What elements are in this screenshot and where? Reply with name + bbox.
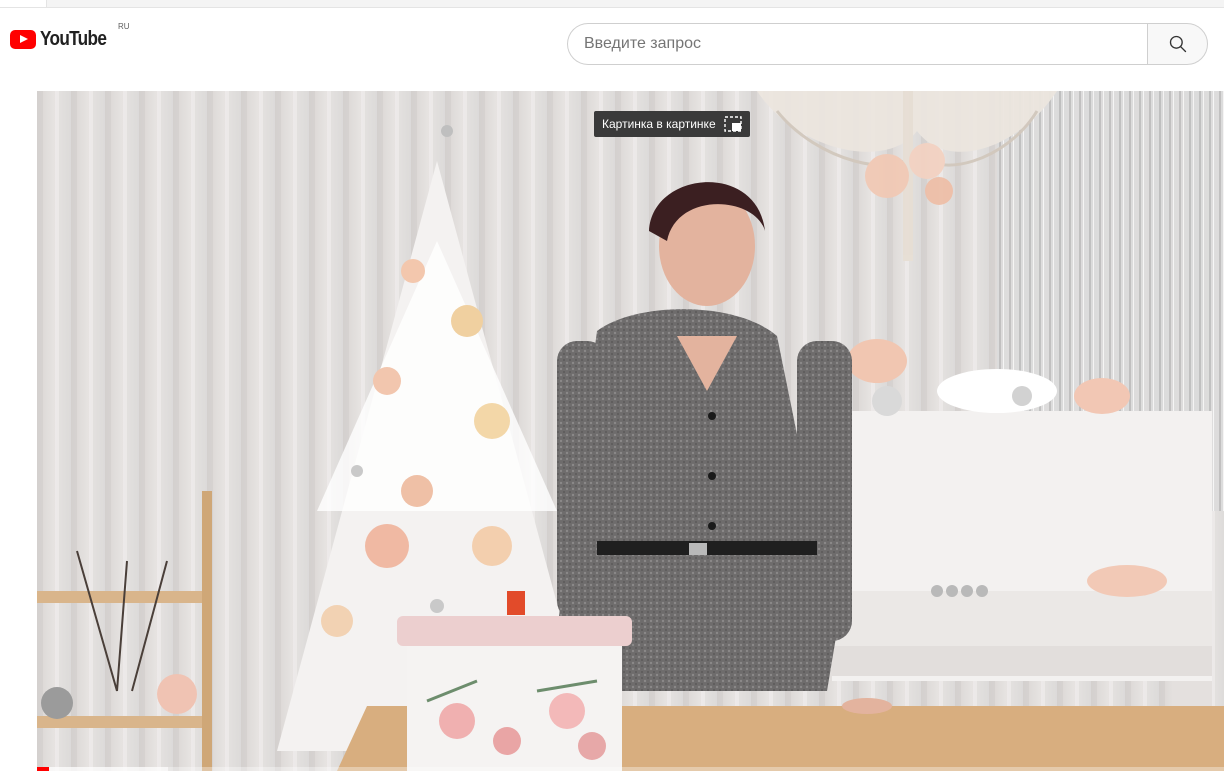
pip-tooltip[interactable]: Картинка в картинке <box>594 111 750 137</box>
search-button[interactable] <box>1147 23 1208 65</box>
picture-in-picture-icon <box>723 116 742 132</box>
progress-loaded <box>37 767 168 771</box>
youtube-play-icon <box>10 30 36 49</box>
country-code: RU <box>118 22 130 31</box>
browser-tab[interactable] <box>0 0 47 7</box>
search-icon <box>1169 35 1186 53</box>
search-box <box>567 23 1208 65</box>
search-input[interactable] <box>567 23 1147 65</box>
youtube-logo[interactable]: YouTube RU <box>10 22 130 51</box>
browser-top-strip <box>0 0 1224 8</box>
pip-tooltip-label: Картинка в картинке <box>602 117 716 131</box>
masthead: YouTube RU <box>0 8 1224 68</box>
video-player[interactable]: Картинка в картинке <box>37 91 1224 771</box>
video-frame <box>37 91 1224 771</box>
logo-wordmark: YouTube <box>40 28 107 50</box>
progress-bar[interactable] <box>37 767 1224 771</box>
progress-played <box>37 767 49 771</box>
